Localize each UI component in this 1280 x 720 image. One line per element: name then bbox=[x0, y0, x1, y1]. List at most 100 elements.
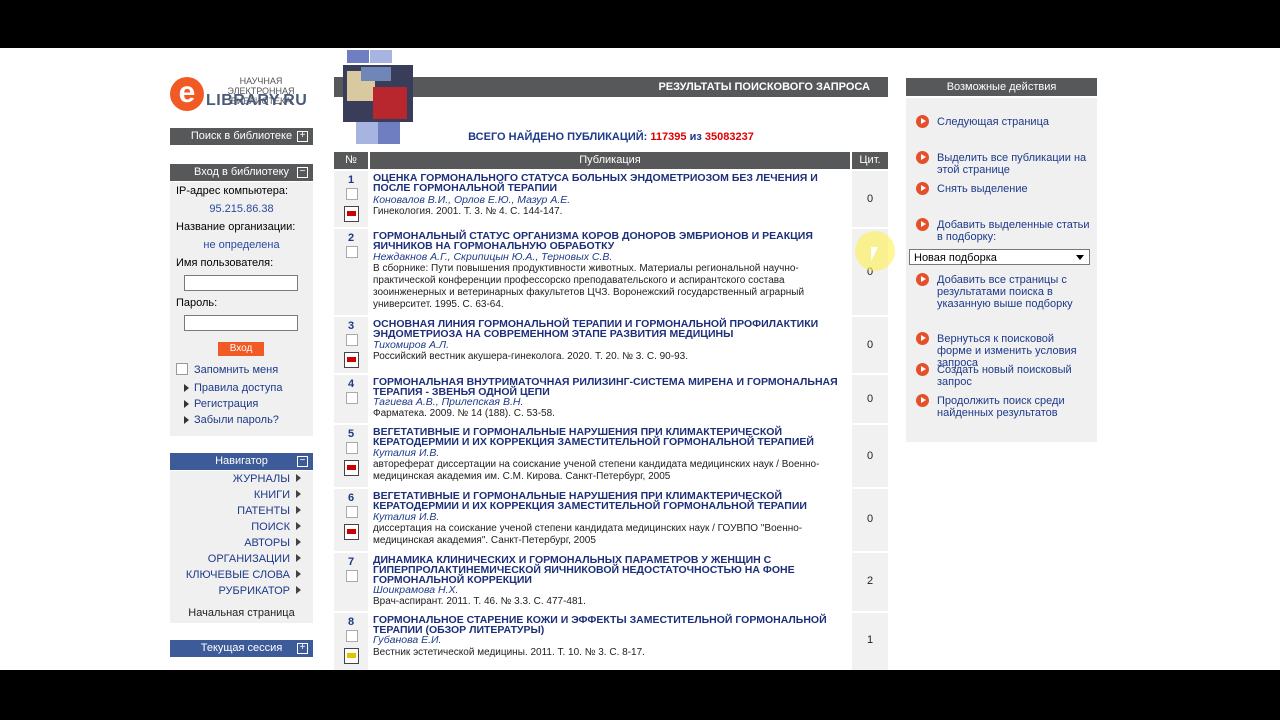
new-search-link[interactable]: Создать новый поисковый запрос bbox=[937, 364, 1092, 388]
row-checkbox[interactable] bbox=[346, 334, 358, 346]
pdf-icon[interactable] bbox=[344, 460, 359, 476]
arrow-circle-icon[interactable] bbox=[916, 151, 929, 164]
arrow-circle-icon[interactable] bbox=[916, 363, 929, 376]
login-bar[interactable]: Вход в библиотеку − bbox=[170, 164, 313, 181]
triangle-right-icon bbox=[296, 570, 301, 578]
publication-authors: Неждакнов А.Г., Скрипицын Ю.А., Терновых… bbox=[373, 251, 613, 263]
deselect-link[interactable]: Снять выделение bbox=[937, 183, 1092, 195]
row-checkbox[interactable] bbox=[346, 188, 358, 200]
add-all-pages-link[interactable]: Добавить все страницы с результатами пои… bbox=[937, 274, 1092, 310]
collapse-minus-icon[interactable]: − bbox=[297, 167, 308, 178]
pdf-icon[interactable] bbox=[344, 648, 359, 664]
results-header-bar: РЕЗУЛЬТАТЫ ПОИСКОВОГО ЗАПРОСА bbox=[334, 77, 888, 97]
nav-organizations[interactable]: ОРГАНИЗАЦИИ bbox=[208, 553, 301, 565]
publication-source[interactable]: Врач-аспирант. 2011. Т. 46. № 3.3. С. 47… bbox=[373, 596, 823, 608]
row-number: 1 bbox=[347, 174, 355, 186]
arrow-circle-icon[interactable] bbox=[916, 332, 929, 345]
login-panel: IP-адрес компьютера: 95.215.86.38 Назван… bbox=[170, 182, 313, 436]
next-page-link[interactable]: Следующая страница bbox=[937, 116, 1092, 128]
citation-count: 1 bbox=[866, 634, 874, 646]
row-checkbox[interactable] bbox=[346, 246, 358, 258]
row-number: 2 bbox=[347, 232, 355, 244]
arrow-right-icon bbox=[184, 384, 189, 392]
password-input[interactable] bbox=[184, 315, 298, 331]
navigator-panel: ЖУРНАЛЫ КНИГИ ПАТЕНТЫ ПОИСК АВТОРЫ ОРГАН… bbox=[170, 471, 313, 623]
row-checkbox[interactable] bbox=[346, 392, 358, 404]
row-checkbox[interactable] bbox=[346, 570, 358, 582]
triangle-right-icon bbox=[296, 506, 301, 514]
triangle-right-icon bbox=[296, 586, 301, 594]
publication-title[interactable]: ГОРМОНАЛЬНЫЙ СТАТУС ОРГАНИЗМА КОРОВ ДОНО… bbox=[373, 231, 843, 252]
access-rules-link[interactable]: Правила доступа bbox=[194, 382, 283, 394]
publication-authors: Коновалов В.И., Орлов Е.Ю., Мазур А.Е. bbox=[373, 194, 571, 206]
publication-title[interactable]: ОСНОВНАЯ ЛИНИЯ ГОРМОНАЛЬНОЙ ТЕРАПИИ И ГО… bbox=[373, 319, 843, 340]
remember-checkbox[interactable] bbox=[176, 363, 188, 375]
remember-label[interactable]: Запомнить меня bbox=[194, 364, 278, 376]
nav-journals-label: ЖУРНАЛЫ bbox=[232, 473, 290, 485]
page: e НАУЧНАЯ ЭЛЕКТРОННАЯ БИБЛИОТЕКА LIBRARY… bbox=[0, 48, 1280, 670]
nav-patents-label: ПАТЕНТЫ bbox=[237, 505, 290, 517]
nav-keywords[interactable]: КЛЮЧЕВЫЕ СЛОВА bbox=[186, 569, 301, 581]
citation-count: 2 bbox=[866, 575, 874, 587]
row-number: 7 bbox=[347, 556, 355, 568]
table-row: 5 ВЕГЕТАТИВНЫЕ И ГОРМОНАЛЬНЫЕ НАРУШЕНИЯ … bbox=[334, 425, 888, 487]
publication-source[interactable]: Гинекология. 2001. Т. 3. № 4. С. 144-147… bbox=[373, 206, 823, 218]
expand-plus-icon[interactable]: + bbox=[297, 131, 308, 142]
current-session-bar[interactable]: Текущая сессия + bbox=[170, 640, 313, 657]
publication-source[interactable]: Фарматека. 2009. № 14 (188). С. 53-58. bbox=[373, 408, 823, 420]
row-checkbox[interactable] bbox=[346, 630, 358, 642]
login-bar-label: Вход в библиотеку bbox=[194, 166, 289, 178]
nav-rubricator[interactable]: РУБРИКАТОР bbox=[218, 585, 301, 597]
select-all-link[interactable]: Выделить все публикации на этой странице bbox=[937, 152, 1092, 176]
logo-name: LIBRARY.RU bbox=[206, 92, 308, 109]
username-input[interactable] bbox=[184, 275, 298, 291]
expand-plus-icon[interactable]: + bbox=[297, 643, 308, 654]
forgot-password-link[interactable]: Забыли пароль? bbox=[194, 414, 279, 426]
refine-search-link[interactable]: Продолжить поиск среди найденных результ… bbox=[937, 395, 1092, 419]
col-header-publication[interactable]: Публикация bbox=[370, 152, 850, 169]
row-checkbox[interactable] bbox=[346, 506, 358, 518]
arrow-circle-icon[interactable] bbox=[916, 115, 929, 128]
publication-title[interactable]: ВЕГЕТАТИВНЫЕ И ГОРМОНАЛЬНЫЕ НАРУШЕНИЯ ПР… bbox=[373, 427, 843, 448]
navigator-bar[interactable]: Навигатор − bbox=[170, 453, 313, 470]
register-link[interactable]: Регистрация bbox=[194, 398, 258, 410]
pdf-icon[interactable] bbox=[344, 206, 359, 222]
publication-authors: Куталия И.В. bbox=[373, 511, 440, 523]
nav-patents[interactable]: ПАТЕНТЫ bbox=[237, 505, 301, 517]
arrow-circle-icon[interactable] bbox=[916, 273, 929, 286]
arrow-circle-icon[interactable] bbox=[916, 182, 929, 195]
publication-title[interactable]: ОЦЕНКА ГОРМОНАЛЬНОГО СТАТУСА БОЛЬНЫХ ЭНД… bbox=[373, 173, 843, 194]
nav-search[interactable]: ПОИСК bbox=[251, 521, 301, 533]
publication-source[interactable]: диссертация на соискание ученой степени … bbox=[373, 523, 823, 547]
nav-authors[interactable]: АВТОРЫ bbox=[244, 537, 301, 549]
home-page-link[interactable]: Начальная страница bbox=[170, 607, 313, 619]
nav-journals[interactable]: ЖУРНАЛЫ bbox=[233, 473, 301, 485]
books-image bbox=[343, 65, 413, 122]
citation-count: 0 bbox=[866, 193, 874, 205]
collapse-minus-icon[interactable]: − bbox=[297, 456, 308, 467]
col-header-num[interactable]: № bbox=[334, 152, 368, 169]
arrow-circle-icon[interactable] bbox=[916, 218, 929, 231]
publication-authors: Куталия И.В. bbox=[373, 447, 440, 459]
collection-select[interactable]: Новая подборка bbox=[909, 249, 1090, 265]
publication-source[interactable]: Российский вестник акушера-гинеколога. 2… bbox=[373, 351, 823, 363]
decor-square bbox=[370, 50, 392, 63]
pdf-icon[interactable] bbox=[344, 524, 359, 540]
publication-source[interactable]: Вестник эстетической медицины. 2011. Т. … bbox=[373, 647, 823, 659]
publication-title[interactable]: ДИНАМИКА КЛИНИЧЕСКИХ И ГОРМОНАЛЬНЫХ ПАРА… bbox=[373, 555, 843, 586]
ip-label: IP-адрес компьютера: bbox=[176, 185, 289, 197]
publication-source[interactable]: В сборнике: Пути повышения продуктивност… bbox=[373, 263, 823, 311]
col-header-citations[interactable]: Цит. bbox=[852, 152, 888, 169]
publication-title[interactable]: ГОРМОНАЛЬНАЯ ВНУТРИМАТОЧНАЯ РИЛИЗИНГ-СИС… bbox=[373, 377, 843, 398]
pdf-icon[interactable] bbox=[344, 352, 359, 368]
login-button[interactable]: Вход bbox=[218, 342, 264, 356]
add-selected-link[interactable]: Добавить выделенные статьи в подборку: bbox=[937, 219, 1092, 243]
publication-title[interactable]: ВЕГЕТАТИВНЫЕ И ГОРМОНАЛЬНЫЕ НАРУШЕНИЯ ПР… bbox=[373, 491, 843, 512]
elibrary-logo[interactable]: e НАУЧНАЯ ЭЛЕКТРОННАЯ БИБЛИОТЕКА LIBRARY… bbox=[170, 75, 315, 115]
publication-title[interactable]: ГОРМОНАЛЬНОЕ СТАРЕНИЕ КОЖИ И ЭФФЕКТЫ ЗАМ… bbox=[373, 615, 843, 636]
nav-books[interactable]: КНИГИ bbox=[254, 489, 301, 501]
arrow-circle-icon[interactable] bbox=[916, 394, 929, 407]
search-library-bar[interactable]: Поиск в библиотеке + bbox=[170, 128, 313, 145]
row-checkbox[interactable] bbox=[346, 442, 358, 454]
publication-source[interactable]: автореферат диссертации на соискание уче… bbox=[373, 459, 823, 483]
